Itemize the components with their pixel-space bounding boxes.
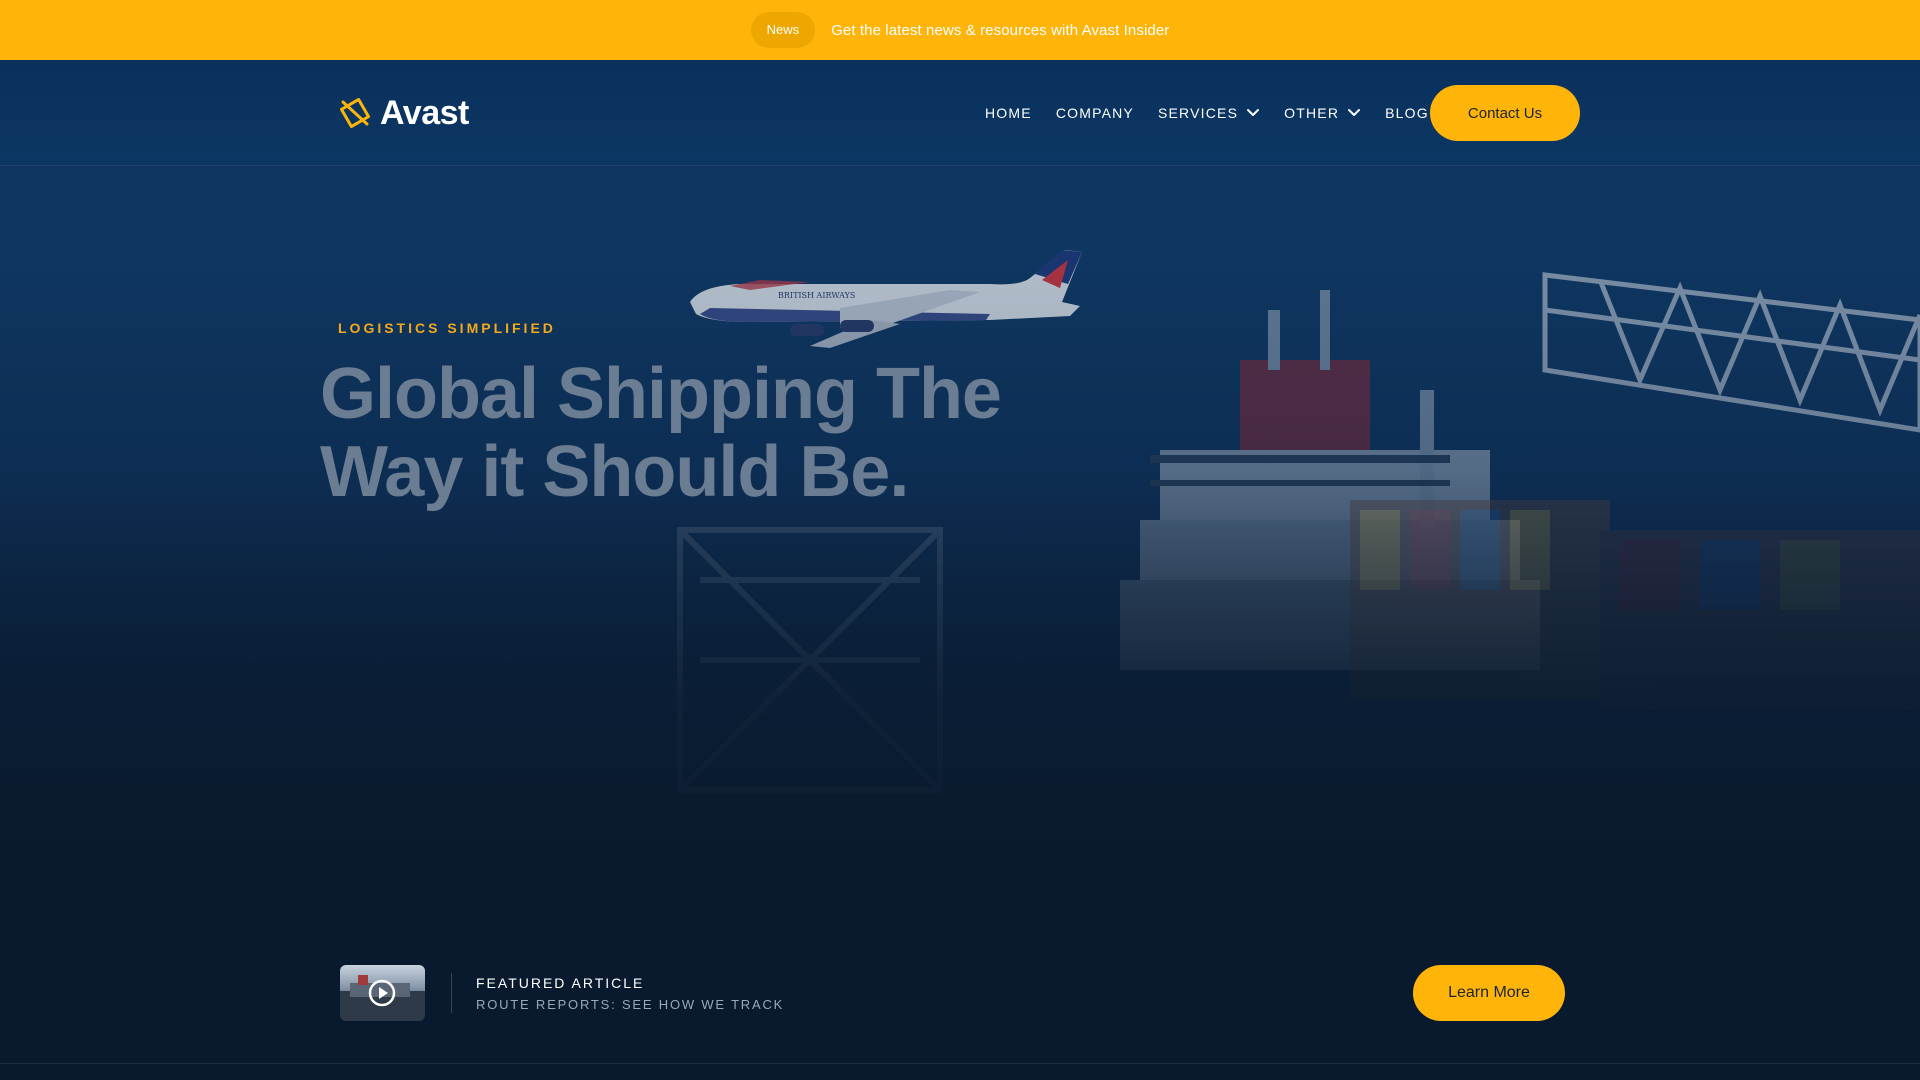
site-header: Avast HOME COMPANY SERVICES OTHER BLOG: [0, 60, 1920, 166]
featured-thumbnail[interactable]: [340, 965, 425, 1021]
logo-text: Avast: [380, 93, 469, 132]
chevron-down-icon: [1247, 109, 1260, 116]
news-badge[interactable]: News: [750, 12, 816, 48]
main-nav: HOME COMPANY SERVICES OTHER BLOG: [985, 60, 1429, 166]
nav-blog[interactable]: BLOG: [1385, 105, 1429, 121]
hero-background: BRITISH AIRWAYS: [0, 60, 1920, 1080]
nav-blog-label: BLOG: [1385, 105, 1429, 121]
nav-home[interactable]: HOME: [985, 105, 1032, 121]
nav-services-label: SERVICES: [1157, 105, 1239, 121]
nav-services[interactable]: SERVICES: [1158, 105, 1260, 121]
nav-other-label: OTHER: [1284, 105, 1340, 121]
nav-other[interactable]: OTHER: [1284, 105, 1361, 121]
featured-title: FEATURED ARTICLE: [476, 974, 645, 991]
hero-headline: Global Shipping The Way it Should Be.: [320, 354, 1002, 512]
announcement-message[interactable]: Get the latest news & resources with Ava…: [831, 22, 1169, 39]
featured-divider: [451, 973, 452, 1013]
bottom-divider: [0, 1063, 1920, 1064]
play-icon[interactable]: [368, 979, 396, 1007]
announcement-bar: News Get the latest news & resources wit…: [0, 0, 1920, 60]
chevron-down-icon: [1348, 109, 1361, 116]
avast-logo-icon: [339, 97, 371, 129]
featured-article: FEATURED ARTICLE ROUTE REPORTS: SEE HOW …: [340, 965, 784, 1021]
featured-subtitle[interactable]: ROUTE REPORTS: SEE HOW WE TRACK: [476, 997, 784, 1012]
nav-company[interactable]: COMPANY: [1056, 105, 1134, 121]
featured-text: FEATURED ARTICLE ROUTE REPORTS: SEE HOW …: [476, 975, 784, 1012]
learn-more-button[interactable]: Learn More: [1413, 965, 1565, 1021]
hero-overlay: [0, 60, 1920, 1080]
hero-eyebrow: LOGISTICS SIMPLIFIED: [338, 320, 556, 336]
nav-company-label: COMPANY: [1055, 105, 1134, 121]
logo[interactable]: Avast: [338, 90, 469, 136]
contact-us-button[interactable]: Contact Us: [1430, 85, 1580, 141]
nav-home-label: HOME: [985, 105, 1032, 121]
